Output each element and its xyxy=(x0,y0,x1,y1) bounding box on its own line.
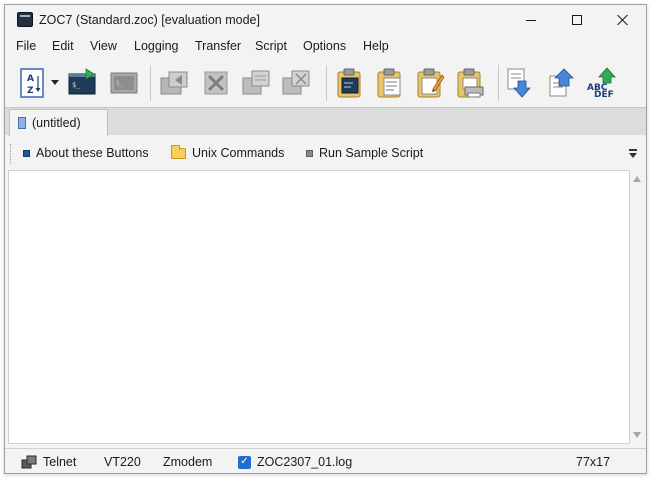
download-button[interactable] xyxy=(502,65,536,101)
paste-print-button[interactable] xyxy=(452,65,486,101)
svg-text:A: A xyxy=(27,74,34,84)
run-sample-script-label: Run Sample Script xyxy=(319,146,424,160)
run-sample-script-button[interactable]: Run Sample Script xyxy=(306,146,423,160)
upload-button[interactable] xyxy=(544,65,578,101)
text-transfer-button[interactable]: ABC DEF xyxy=(585,65,619,101)
close-connection-button[interactable] xyxy=(199,65,233,101)
sort-az-button[interactable]: A Z xyxy=(15,65,49,101)
copy-window-icon xyxy=(242,70,270,95)
status-logfile[interactable]: ✓ ZOC2307_01.log xyxy=(238,455,352,469)
terminal-area[interactable] xyxy=(8,170,630,444)
status-emulation[interactable]: VT220 xyxy=(104,455,141,469)
transfer-protocol: Zmodem xyxy=(163,455,213,469)
window-back-button[interactable] xyxy=(157,65,191,101)
menu-bar: File Edit View Logging Transfer Script O… xyxy=(5,36,646,58)
terminal-size: 77x17 xyxy=(576,455,611,469)
toolbar-separator xyxy=(326,65,327,101)
blue-square-icon xyxy=(23,149,30,157)
svg-text:$_: $_ xyxy=(116,80,124,87)
abc-def-icon: ABC DEF xyxy=(587,67,616,99)
svg-text:DEF: DEF xyxy=(594,90,614,99)
status-connection[interactable]: Telnet xyxy=(21,455,76,469)
menu-file[interactable]: File xyxy=(16,39,36,53)
menu-transfer[interactable]: Transfer xyxy=(195,39,241,53)
toolbar-separator xyxy=(150,65,151,101)
window-remove-button[interactable] xyxy=(279,65,313,101)
clipboard-document-icon xyxy=(377,68,401,98)
terminal-connect-icon: $_ xyxy=(68,68,96,95)
clipboard-print-icon xyxy=(457,68,484,98)
close-icon xyxy=(617,14,629,26)
close-button[interactable] xyxy=(600,5,646,35)
menu-logging[interactable]: Logging xyxy=(134,39,179,53)
window-title: ZOC7 (Standard.zoc) [evaluation mode] xyxy=(39,13,260,27)
window-remove-icon xyxy=(282,70,310,95)
minimize-button[interactable] xyxy=(508,5,554,35)
folder-icon xyxy=(171,144,186,159)
menu-view[interactable]: View xyxy=(90,39,117,53)
svg-text:Z: Z xyxy=(27,86,34,96)
clipboard-terminal-icon xyxy=(337,68,361,98)
tab-label: (untitled) xyxy=(32,116,81,130)
toolbar: A Z $_ $_ ABC DEF xyxy=(5,59,646,107)
menu-options[interactable]: Options xyxy=(303,39,346,53)
status-bar: Telnet VT220 Zmodem ✓ ZOC2307_01.log 77x… xyxy=(5,448,646,473)
upload-file-icon xyxy=(549,68,574,97)
clipboard-edit-icon xyxy=(417,68,445,98)
unix-commands-button[interactable]: Unix Commands xyxy=(171,144,285,160)
tab-untitled[interactable]: (untitled) xyxy=(9,109,108,136)
maximize-button[interactable] xyxy=(554,5,600,35)
button-bar-grip[interactable] xyxy=(10,144,12,164)
network-icon xyxy=(21,455,37,469)
close-connection-icon xyxy=(204,71,228,95)
paste-edit-button[interactable] xyxy=(412,65,446,101)
status-transfer[interactable]: Zmodem xyxy=(163,455,212,469)
gray-square-icon xyxy=(306,149,313,157)
dropdown-arrow-icon xyxy=(51,80,59,85)
menu-edit[interactable]: Edit xyxy=(52,39,74,53)
paste-terminal-button[interactable] xyxy=(332,65,366,101)
window-back-icon xyxy=(160,71,188,95)
tab-strip: (untitled) xyxy=(5,107,646,136)
button-bar: About these Buttons Unix Commands Run Sa… xyxy=(5,140,646,168)
scroll-up-icon[interactable] xyxy=(633,176,641,182)
connection-type: Telnet xyxy=(43,455,77,469)
menu-help[interactable]: Help xyxy=(363,39,389,53)
checkbox-checked-icon[interactable]: ✓ xyxy=(238,455,251,469)
download-file-icon xyxy=(507,68,531,98)
svg-text:$_: $_ xyxy=(72,81,81,89)
sort-az-icon: A Z xyxy=(20,68,44,98)
maximize-icon xyxy=(572,15,582,25)
copy-window-button[interactable] xyxy=(239,65,273,101)
paste-document-button[interactable] xyxy=(372,65,406,101)
emulation-type: VT220 xyxy=(104,455,141,469)
minimize-icon xyxy=(526,19,536,21)
menu-script[interactable]: Script xyxy=(255,39,287,53)
about-buttons-label: About these Buttons xyxy=(36,146,149,160)
app-terminal-icon[interactable] xyxy=(17,12,33,27)
button-bar-menu-icon[interactable] xyxy=(628,147,638,159)
terminal-disconnected-icon: $_ xyxy=(110,72,138,94)
scroll-down-icon[interactable] xyxy=(633,432,641,438)
toolbar-separator xyxy=(498,65,499,101)
logfile-name: ZOC2307_01.log xyxy=(257,455,353,469)
vertical-scrollbar[interactable] xyxy=(630,170,644,444)
disconnected-terminal-button[interactable]: $_ xyxy=(107,65,141,101)
about-buttons-button[interactable]: About these Buttons xyxy=(23,146,149,160)
status-size: 77x17 xyxy=(576,455,610,469)
connect-button[interactable]: $_ xyxy=(65,65,99,101)
title-bar[interactable]: ZOC7 (Standard.zoc) [evaluation mode] xyxy=(5,5,646,35)
sort-dropdown-button[interactable] xyxy=(49,65,61,101)
app-window: ZOC7 (Standard.zoc) [evaluation mode] Fi… xyxy=(4,4,647,474)
unix-commands-label: Unix Commands xyxy=(192,146,285,160)
session-icon xyxy=(18,117,26,129)
